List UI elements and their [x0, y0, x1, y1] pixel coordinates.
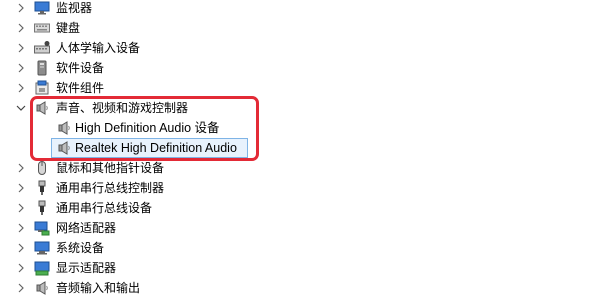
chevron-right-icon[interactable] [15, 222, 27, 234]
tree-item-label: 人体学输入设备 [56, 41, 141, 55]
monitor-icon [34, 0, 50, 16]
tree-item-network-adapters[interactable]: 网络适配器 [0, 218, 600, 238]
tree-item-system-devices[interactable]: 系统设备 [0, 238, 600, 258]
network-icon [34, 220, 50, 236]
tree-item-label: 监视器 [56, 1, 93, 15]
system-device-icon [34, 240, 50, 256]
chevron-right-icon[interactable] [15, 82, 27, 94]
chevron-right-icon[interactable] [15, 202, 27, 214]
tree-item-label: 键盘 [56, 21, 81, 35]
tree-item-usb-devices[interactable]: 通用串行总线设备 [0, 198, 600, 218]
usb-icon [34, 180, 50, 196]
tree-item-audio-inputs-outputs[interactable]: 音频输入和输出 [0, 278, 600, 298]
tree-child-high-definition-audio-device[interactable]: High Definition Audio 设备 [0, 118, 600, 138]
tree-item-sound-video-game-controllers[interactable]: 声音、视频和游戏控制器 [0, 98, 600, 118]
tree-item-label: 系统设备 [56, 241, 105, 255]
tree-item-label: High Definition Audio 设备 [75, 121, 220, 135]
tree-item-label: 软件设备 [56, 61, 105, 75]
tree-item-label: 软件组件 [56, 81, 105, 95]
chevron-right-icon[interactable] [15, 162, 27, 174]
device-manager-tree: 监视器 键盘 人体学输入设备 软件设备 软件组件 声音、视频和游戏控制器 Hig… [0, 0, 600, 304]
chevron-right-icon[interactable] [15, 182, 27, 194]
tree-item-label: Realtek High Definition Audio [75, 141, 237, 155]
tree-item-label: 网络适配器 [56, 221, 117, 235]
chevron-right-icon[interactable] [15, 282, 27, 294]
chevron-right-icon[interactable] [15, 62, 27, 74]
software-device-icon [34, 60, 50, 76]
tree-item-label: 鼠标和其他指针设备 [56, 161, 165, 175]
tree-item-hid[interactable]: 人体学输入设备 [0, 38, 600, 58]
tree-item-usb-controllers[interactable]: 通用串行总线控制器 [0, 178, 600, 198]
tree-item-display-adapters[interactable]: 显示适配器 [0, 258, 600, 278]
mouse-icon [34, 160, 50, 176]
tree-item-label: 声音、视频和游戏控制器 [56, 101, 189, 115]
chevron-right-icon[interactable] [15, 242, 27, 254]
speaker-icon [34, 100, 50, 116]
keyboard-icon [34, 20, 50, 36]
speaker-icon [34, 280, 50, 296]
chevron-right-icon[interactable] [15, 42, 27, 54]
tree-child-realtek-high-definition-audio[interactable]: Realtek High Definition Audio [0, 138, 600, 158]
chevron-right-icon[interactable] [15, 22, 27, 34]
tree-item-mice[interactable]: 鼠标和其他指针设备 [0, 158, 600, 178]
tree-item-label: 显示适配器 [56, 261, 117, 275]
software-component-icon [34, 80, 50, 96]
display-adapter-icon [34, 260, 50, 276]
hid-icon [34, 40, 50, 56]
chevron-right-icon[interactable] [15, 2, 27, 14]
tree-item-software-components[interactable]: 软件组件 [0, 78, 600, 98]
usb-icon [34, 200, 50, 216]
tree-item-label: 音频输入和输出 [56, 281, 141, 295]
speaker-icon [56, 120, 72, 136]
tree-item-software-devices[interactable]: 软件设备 [0, 58, 600, 78]
chevron-down-icon[interactable] [15, 102, 27, 114]
tree-item-monitors[interactable]: 监视器 [0, 0, 600, 18]
tree-item-keyboards[interactable]: 键盘 [0, 18, 600, 38]
chevron-right-icon[interactable] [15, 262, 27, 274]
tree-item-label: 通用串行总线设备 [56, 201, 153, 215]
tree-item-label: 通用串行总线控制器 [56, 181, 165, 195]
speaker-icon [56, 140, 72, 156]
